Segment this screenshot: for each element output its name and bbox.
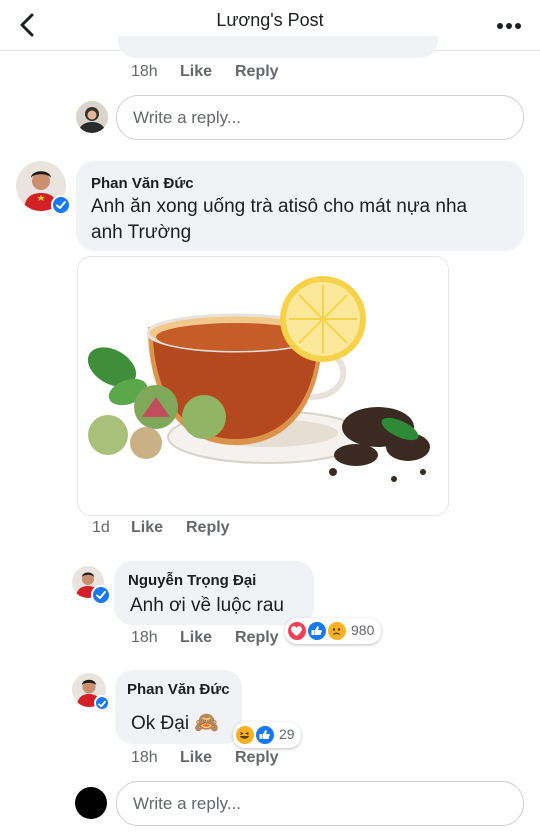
haha-reaction-icon: [235, 725, 255, 745]
comment-timestamp: 1d: [92, 519, 110, 536]
reply-timestamp: 18h: [131, 629, 158, 646]
love-reaction-icon: [287, 621, 307, 641]
reply-input-container[interactable]: [116, 781, 524, 826]
verified-badge-icon: [91, 585, 111, 605]
reply-input[interactable]: [117, 96, 523, 139]
reply-bubble: Nguyễn Trọng Đại Anh ơi về luộc rau: [114, 561, 314, 625]
reply-button[interactable]: Reply: [235, 749, 279, 767]
comment-text-line-2: anh Trường: [91, 222, 192, 243]
like-reaction-icon: [307, 621, 327, 641]
reply-text: Ok Đại 🙈: [131, 709, 219, 737]
comment-attached-image[interactable]: [77, 256, 449, 516]
verified-badge-icon: [51, 195, 71, 215]
like-reaction-icon: [255, 725, 275, 745]
comment-actions: 1d Like Reply: [92, 519, 292, 541]
reaction-count: 980: [351, 622, 375, 638]
reply-bubble: Phan Văn Đức Ok Đại 🙈: [115, 670, 242, 744]
like-button[interactable]: Like: [180, 629, 212, 647]
artichoke-tea-image: [87, 276, 430, 482]
comment-bubble: Phan Văn Đức Anh ăn xong uống trà atisô …: [76, 161, 524, 251]
reply-timestamp: 18h: [131, 749, 158, 766]
like-button[interactable]: Like: [180, 63, 212, 81]
reply-text-content: Ok Đại: [131, 713, 190, 734]
like-button[interactable]: Like: [131, 519, 163, 537]
reaction-count: 29: [279, 726, 295, 742]
current-user-avatar: [76, 101, 108, 133]
current-user-avatar: [75, 787, 107, 819]
reply-button[interactable]: Reply: [186, 519, 230, 537]
reply-author[interactable]: Nguyễn Trọng Đại: [128, 572, 256, 589]
reply-author[interactable]: Phan Văn Đức: [127, 681, 230, 698]
reaction-summary[interactable]: 29: [233, 722, 301, 748]
reply-text: Anh ơi về luộc rau: [130, 595, 284, 616]
see-no-evil-monkey-emoji: 🙈: [194, 710, 220, 734]
reply-input-container[interactable]: [116, 95, 524, 140]
comment-author[interactable]: Phan Văn Đức: [91, 175, 194, 192]
previous-comment-actions: 18h Like Reply: [131, 63, 331, 85]
reply-button[interactable]: Reply: [235, 63, 279, 81]
comment-text-line-1: Anh ăn xong uống trà atisô cho mát nựa n…: [91, 196, 468, 217]
verified-badge-icon: [94, 695, 110, 711]
like-button[interactable]: Like: [180, 749, 212, 767]
reply-button[interactable]: Reply: [235, 629, 279, 647]
reply-actions: 18h Like Reply: [131, 629, 291, 651]
reply-actions: 18h Like Reply: [131, 749, 291, 771]
previous-comment-bubble: [118, 36, 438, 58]
comment-timestamp: 18h: [131, 63, 158, 80]
reply-input[interactable]: [117, 782, 523, 825]
sad-reaction-icon: [327, 621, 347, 641]
page-title: Lương's Post: [216, 10, 324, 30]
reaction-summary[interactable]: 980: [285, 618, 381, 644]
more-options-icon[interactable]: [496, 22, 522, 30]
